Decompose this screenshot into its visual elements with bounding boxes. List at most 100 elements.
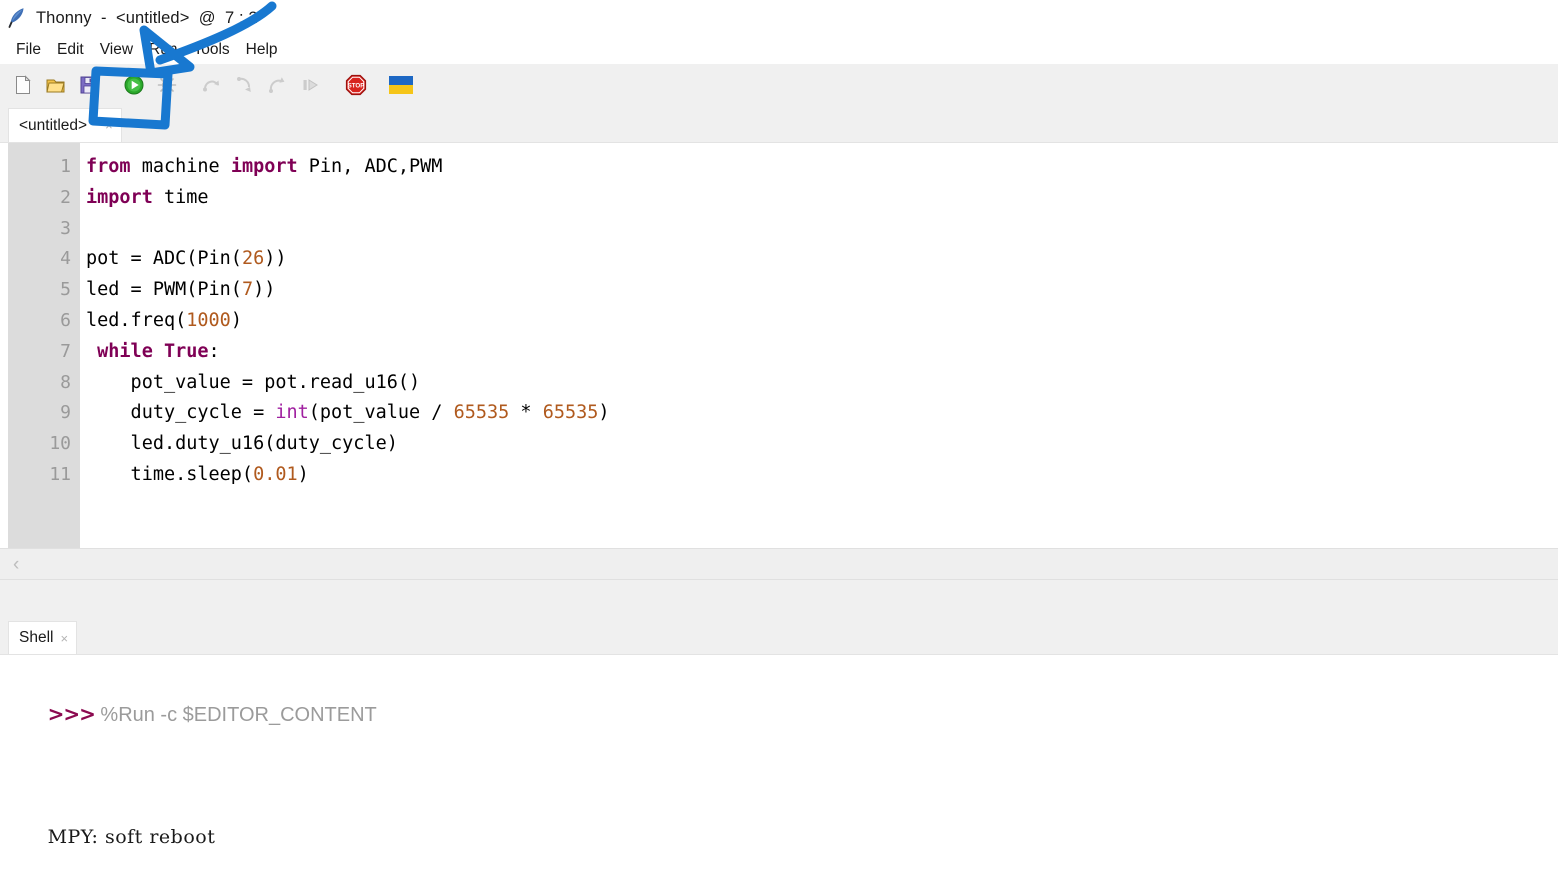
line-number: 5 bbox=[60, 279, 71, 301]
code-token: 26 bbox=[241, 248, 265, 270]
code-token: machine bbox=[141, 156, 231, 177]
code-token: ) bbox=[598, 402, 610, 424]
resume-button[interactable] bbox=[298, 72, 324, 98]
code-line: led.freq(1000) bbox=[86, 306, 1558, 337]
code-token: pot_value = pot.read_u16() bbox=[86, 371, 421, 393]
shell-blank-line bbox=[0, 762, 1558, 792]
line-number: 4 bbox=[60, 248, 71, 270]
code-token: * bbox=[509, 402, 543, 424]
code-line: led.duty_u16(duty_cycle) bbox=[86, 429, 1558, 460]
shell-output-line: MPY: soft reboot bbox=[0, 792, 1558, 884]
editor-pane: <untitled> * × 1 2 3 4 5 6 7 8 9 10 11 from machin… bbox=[0, 105, 1558, 582]
editor-tab-untitled[interactable]: <untitled> * × bbox=[8, 108, 122, 142]
stop-button[interactable]: STOP bbox=[343, 72, 369, 98]
shell-tab-close-icon[interactable]: × bbox=[60, 632, 68, 645]
shell-tabstrip: Shell × bbox=[0, 618, 1558, 654]
open-file-button[interactable] bbox=[43, 72, 69, 98]
code-token: int bbox=[275, 402, 309, 424]
new-file-button[interactable] bbox=[10, 72, 36, 98]
toolbar: STOP bbox=[0, 64, 1558, 105]
line-number: 11 bbox=[49, 463, 71, 485]
shell-pane: Shell × >>> %Run -c $EDITOR_CONTENT MPY:… bbox=[0, 582, 1558, 848]
debug-icon bbox=[157, 75, 177, 94]
code-token: 1000 bbox=[186, 309, 231, 331]
code-text[interactable]: from machine import Pin, ADC,PWM import t… bbox=[86, 143, 1558, 491]
code-line: time.sleep(0.01) bbox=[86, 460, 1558, 491]
open-file-icon bbox=[46, 79, 65, 92]
code-token: duty_cycle = bbox=[86, 402, 276, 424]
shell-command-line: >>> %Run -c $EDITOR_CONTENT bbox=[0, 669, 1558, 762]
save-file-button[interactable] bbox=[76, 72, 102, 98]
shell-tab-label: Shell bbox=[19, 629, 54, 646]
menu-item-view[interactable]: View bbox=[92, 40, 141, 60]
step-over-icon bbox=[203, 80, 220, 91]
menu-item-edit[interactable]: Edit bbox=[49, 40, 92, 60]
code-token: time.sleep( bbox=[86, 463, 254, 485]
step-into-icon bbox=[237, 76, 251, 92]
code-token: pot = ADC(Pin( bbox=[86, 248, 242, 270]
code-token: led.duty_u16(duty_cycle) bbox=[86, 433, 398, 455]
code-token: )) bbox=[264, 248, 287, 270]
line-number: 2 bbox=[60, 186, 71, 208]
code-token: True bbox=[163, 340, 209, 362]
editor-tab-close-icon[interactable]: × bbox=[105, 119, 113, 132]
code-token: )) bbox=[253, 279, 276, 301]
line-number: 6 bbox=[60, 309, 71, 331]
new-file-icon bbox=[16, 74, 31, 94]
save-file-icon bbox=[80, 76, 98, 93]
editor-tab-dirty-marker: * bbox=[92, 116, 99, 134]
code-token: (pot_value / bbox=[308, 402, 454, 424]
editor-tabstrip: <untitled> * × bbox=[0, 105, 1558, 142]
step-out-icon bbox=[269, 76, 285, 93]
code-line: pot_value = pot.read_u16() bbox=[86, 368, 1558, 399]
code-line: pot = ADC(Pin(26)) bbox=[86, 244, 1558, 275]
step-out-button[interactable] bbox=[265, 72, 291, 98]
shell-prompt: >>> bbox=[47, 702, 96, 726]
code-token: ) bbox=[230, 309, 242, 331]
ukraine-flag-button[interactable] bbox=[388, 72, 414, 98]
code-token: 7 bbox=[241, 279, 254, 301]
shell-output[interactable]: >>> %Run -c $EDITOR_CONTENT MPY: soft re… bbox=[0, 654, 1558, 848]
line-number-gutter: 1 2 3 4 5 6 7 8 9 10 11 bbox=[8, 143, 80, 548]
shell-tab[interactable]: Shell × bbox=[8, 621, 78, 654]
editor-horizontal-scrollbar[interactable]: ‹ bbox=[0, 548, 1558, 580]
scroll-left-icon[interactable]: ‹ bbox=[13, 555, 19, 574]
code-token: 65535 bbox=[542, 402, 599, 424]
code-token: from bbox=[86, 156, 142, 177]
menu-bar: File Edit View Run Tools Help bbox=[0, 36, 1558, 64]
step-over-button[interactable] bbox=[199, 72, 225, 98]
code-token: 0.01 bbox=[253, 463, 298, 485]
run-icon bbox=[124, 75, 144, 94]
title-bar: Thonny - <untitled> @ 7 : 2 bbox=[0, 0, 1558, 36]
shell-command-text: %Run -c $EDITOR_CONTENT bbox=[100, 704, 377, 726]
editor-tab-label: <untitled> bbox=[19, 116, 88, 134]
menu-item-help[interactable]: Help bbox=[238, 40, 286, 60]
line-number: 1 bbox=[60, 156, 71, 177]
run-button[interactable] bbox=[121, 72, 147, 98]
code-token: led.freq( bbox=[86, 309, 187, 331]
line-number: 3 bbox=[60, 217, 71, 239]
code-token: 65535 bbox=[453, 402, 510, 424]
menu-item-tools[interactable]: Tools bbox=[185, 40, 237, 60]
menu-item-run[interactable]: Run bbox=[141, 40, 185, 60]
feather-quill-icon bbox=[8, 8, 24, 29]
code-line: duty_cycle = int(pot_value / 65535 * 655… bbox=[86, 398, 1558, 429]
svg-text:STOP: STOP bbox=[348, 82, 365, 89]
menu-item-file[interactable]: File bbox=[8, 40, 49, 60]
code-token: Pin, ADC,PWM bbox=[308, 156, 443, 177]
code-line: import time bbox=[86, 183, 1558, 214]
code-line: while True: bbox=[86, 337, 1558, 368]
code-token: ) bbox=[297, 463, 309, 485]
line-number: 7 bbox=[60, 340, 71, 362]
code-editor[interactable]: 1 2 3 4 5 6 7 8 9 10 11 from machine import Pin, A… bbox=[0, 142, 1558, 548]
thonny-window: Thonny - <untitled> @ 7 : 2 File Edit Vi… bbox=[0, 0, 1558, 848]
debug-button[interactable] bbox=[154, 72, 180, 98]
step-into-button[interactable] bbox=[232, 72, 258, 98]
window-title: Thonny - <untitled> @ 7 : 2 bbox=[36, 8, 258, 27]
code-token: import bbox=[230, 156, 309, 177]
line-number: 9 bbox=[60, 402, 71, 424]
shell-output-text: MPY: soft reboot bbox=[47, 826, 216, 848]
line-number: 10 bbox=[49, 433, 71, 455]
